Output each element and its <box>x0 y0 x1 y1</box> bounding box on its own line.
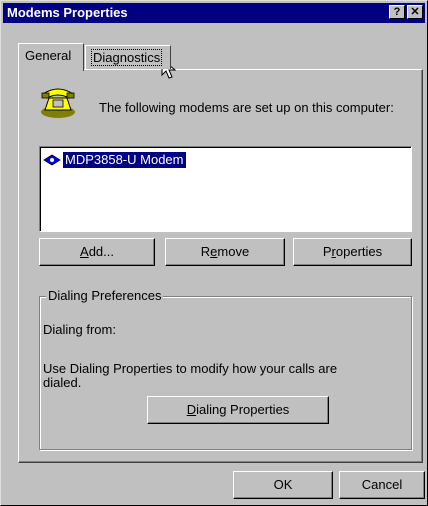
tab-general[interactable]: General <box>18 43 84 71</box>
tab-diagnostics-label: Diagnostics <box>90 49 163 66</box>
ok-button[interactable]: OK <box>233 471 333 499</box>
general-tab-panel: The following modems are set up on this … <box>18 69 423 463</box>
modems-properties-window: Modems Properties ? ✕ The following mode… <box>0 0 428 506</box>
window-title: Modems Properties <box>7 5 128 20</box>
dialing-label-post: ialing Properties <box>196 402 290 417</box>
properties-button[interactable]: Properties <box>293 238 412 266</box>
cancel-button[interactable]: Cancel <box>339 471 425 499</box>
modem-list[interactable]: MDP3858-U Modem <box>39 146 412 232</box>
phone-icon <box>41 88 75 118</box>
dialing-label-mnemonic: D <box>186 402 197 417</box>
title-bar[interactable]: Modems Properties ? ✕ <box>3 3 425 23</box>
properties-label-post: operties <box>335 244 383 259</box>
help-button[interactable]: ? <box>389 5 405 19</box>
group-title: Dialing Preferences <box>46 288 164 303</box>
remove-label-pre: R <box>200 244 211 259</box>
add-button[interactable]: Add... <box>39 238 155 266</box>
properties-label-pre: P <box>322 244 332 259</box>
add-label-post: dd... <box>88 244 114 259</box>
dialing-note: Use Dialing Properties to modify how you… <box>43 361 338 390</box>
modem-icon <box>43 154 61 166</box>
remove-button[interactable]: Remove <box>165 238 285 266</box>
add-label-mnemonic: A <box>80 244 89 259</box>
modem-name: MDP3858-U Modem <box>63 152 186 168</box>
close-button[interactable]: ✕ <box>407 5 423 19</box>
remove-label-post: move <box>217 244 250 259</box>
dialing-properties-button[interactable]: Dialing Properties <box>147 396 329 424</box>
list-item[interactable]: MDP3858-U Modem <box>43 151 186 169</box>
tab-diagnostics[interactable]: Diagnostics <box>85 45 171 69</box>
tab-general-label: General <box>25 48 72 63</box>
dialing-from-label: Dialing from: <box>43 322 116 337</box>
intro-text: The following modems are set up on this … <box>99 100 394 115</box>
